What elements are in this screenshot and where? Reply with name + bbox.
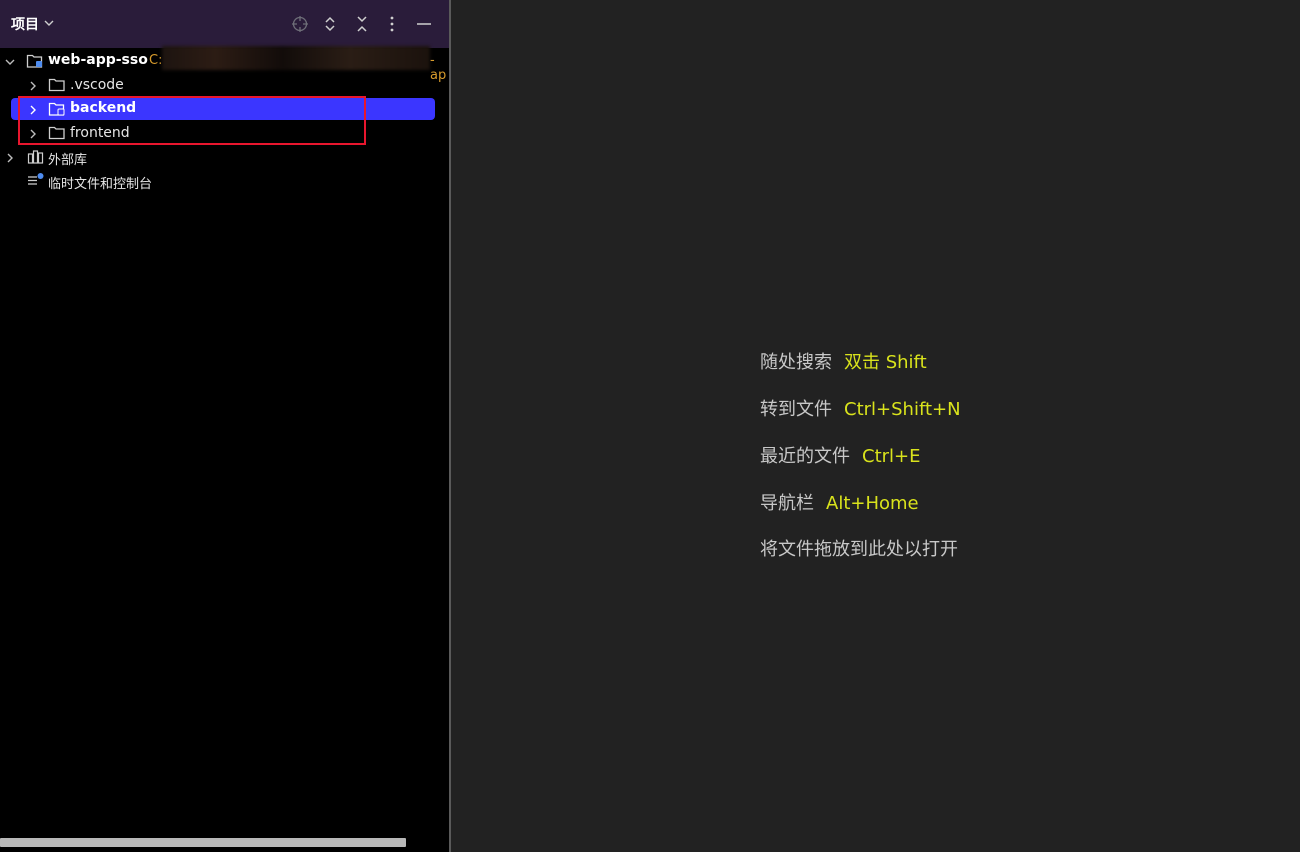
tree-item-label: .vscode <box>70 77 124 93</box>
hint-shortcut: 双击 Shift <box>844 352 927 373</box>
tree-item-backend[interactable]: backend <box>0 98 449 120</box>
project-tree: web-app-sso C: .vscode backend frontend … <box>0 50 449 830</box>
editor-empty-state: 随处搜索 双击 Shift 转到文件 Ctrl+Shift+N 最近的文件 Ctrl+… <box>451 0 1300 852</box>
tree-root-path-tail: -ap <box>430 53 447 83</box>
hint-label: 转到文件 <box>760 399 832 420</box>
locate-icon[interactable] <box>290 14 310 34</box>
hint-drop-files: 将文件拖放到此处以打开 <box>760 535 958 560</box>
chevron-right-icon[interactable] <box>28 103 38 115</box>
hint-label: 将文件拖放到此处以打开 <box>760 539 958 560</box>
chevron-down-icon <box>43 16 55 32</box>
module-folder-icon <box>48 101 66 117</box>
scrollbar-thumb[interactable] <box>0 838 406 847</box>
hint-label: 导航栏 <box>760 493 814 514</box>
chevron-down-icon[interactable] <box>5 55 15 67</box>
tree-item-label: 外部库 <box>48 153 88 168</box>
redacted-path <box>162 46 430 70</box>
expand-all-icon[interactable] <box>320 14 340 34</box>
collapse-all-icon[interactable] <box>352 14 372 34</box>
tree-item-frontend[interactable]: frontend <box>0 122 449 144</box>
tree-item-vscode[interactable]: .vscode <box>0 74 449 96</box>
chevron-right-icon[interactable] <box>28 79 38 91</box>
tree-item-external-libraries[interactable]: 外部库 <box>0 146 449 168</box>
library-icon <box>27 149 45 165</box>
more-options-icon[interactable] <box>382 14 402 34</box>
chevron-right-icon[interactable] <box>28 127 38 139</box>
panel-title: 项目 <box>11 17 39 33</box>
folder-icon <box>48 125 66 141</box>
hint-label: 随处搜索 <box>760 352 832 373</box>
hint-shortcut: Ctrl+E <box>862 446 921 467</box>
tree-item-scratches[interactable]: 临时文件和控制台 <box>0 170 449 192</box>
hint-go-to-file: 转到文件 Ctrl+Shift+N <box>760 395 961 420</box>
hint-shortcut: Ctrl+Shift+N <box>844 399 961 420</box>
folder-icon <box>48 77 66 93</box>
hint-label: 最近的文件 <box>760 446 850 467</box>
tree-item-label: 临时文件和控制台 <box>48 177 153 192</box>
project-view-selector[interactable]: 项目 <box>11 15 55 33</box>
hint-navigation-bar: 导航栏 Alt+Home <box>760 489 919 514</box>
hint-shortcut: Alt+Home <box>826 493 919 514</box>
chevron-right-icon[interactable] <box>5 151 15 163</box>
project-panel: 项目 web-app-sso C: .vscode backend fronte… <box>0 0 449 852</box>
tree-item-label: backend <box>70 100 137 116</box>
tree-root-label: web-app-sso <box>48 52 148 68</box>
module-folder-icon <box>26 53 44 69</box>
tree-item-label: frontend <box>70 125 130 141</box>
panel-header: 项目 <box>0 0 449 48</box>
hint-search-everywhere: 随处搜索 双击 Shift <box>760 348 927 373</box>
tree-root-path: C: <box>149 53 163 68</box>
scratches-icon <box>27 172 45 188</box>
minimize-icon[interactable] <box>414 14 434 34</box>
hint-recent-files: 最近的文件 Ctrl+E <box>760 442 921 467</box>
